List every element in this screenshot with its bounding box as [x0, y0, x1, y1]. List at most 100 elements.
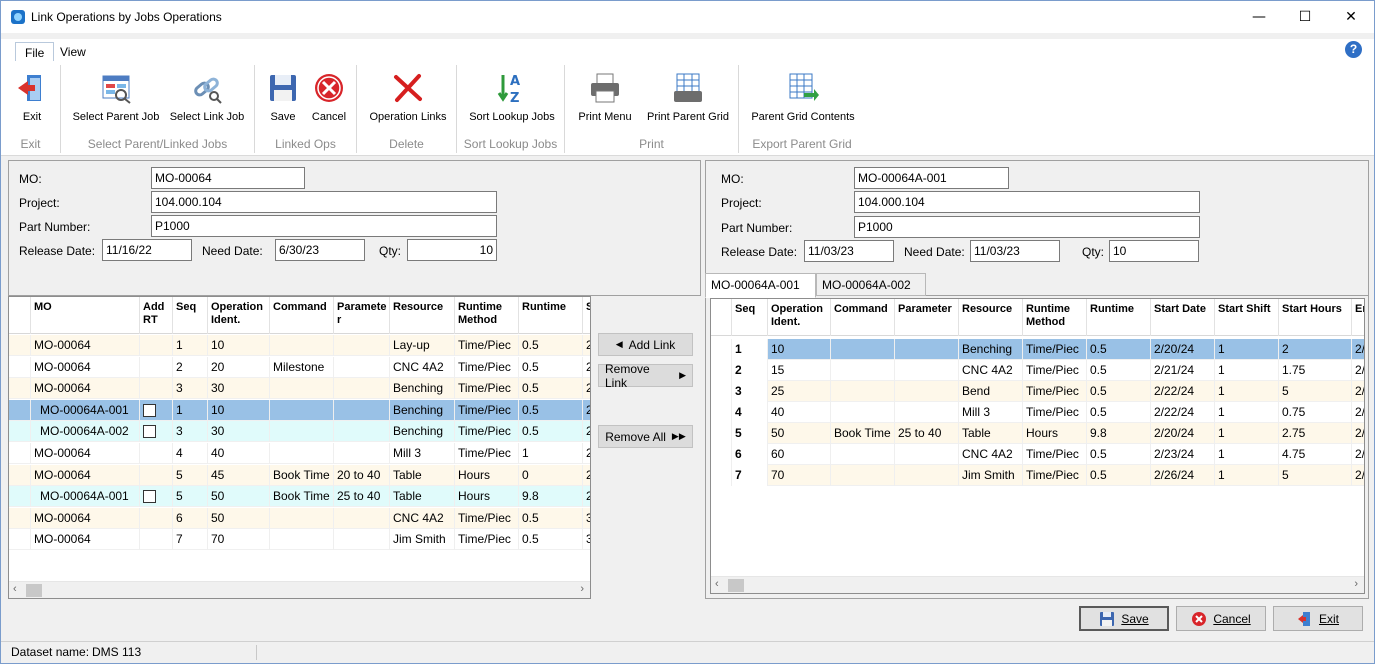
- right-grid-horizontal-scrollbar[interactable]: ‹ ›: [711, 576, 1364, 593]
- row-indicator[interactable]: [711, 381, 732, 402]
- parent-grid-contents-button[interactable]: Parent Grid Contents: [747, 67, 859, 123]
- row-indicator[interactable]: [711, 423, 732, 444]
- right-need-field[interactable]: 11/03/23: [970, 240, 1060, 262]
- right-header-parameter[interactable]: Parameter: [895, 299, 959, 336]
- left-project-field[interactable]: 104.000.104: [151, 191, 497, 213]
- left-part-field[interactable]: P1000: [151, 215, 497, 237]
- right-table-row[interactable]: 5 50 Book Time 25 to 40 Table Hours 9.8 2/20/24…: [711, 423, 1364, 444]
- sort-lookup-jobs-button[interactable]: AZ Sort Lookup Jobs: [465, 67, 559, 123]
- add-rt-cell[interactable]: [140, 486, 173, 508]
- scroll-right-icon[interactable]: ›: [580, 583, 584, 595]
- add-link-button[interactable]: ◀ Add Link: [598, 333, 693, 356]
- left-header-seq[interactable]: Seq: [173, 297, 208, 334]
- right-table-row[interactable]: 770 Jim SmithTime/Piec0.52/26/24152/2: [711, 465, 1364, 486]
- left-qty-field[interactable]: 10: [407, 239, 497, 261]
- add-rt-checkbox[interactable]: [143, 403, 156, 417]
- help-icon[interactable]: ?: [1345, 41, 1362, 58]
- left-release-field[interactable]: 11/16/22: [102, 239, 192, 261]
- row-indicator[interactable]: [711, 360, 732, 381]
- left-table-row[interactable]: MO-00064 330 BenchingTime/Piec0.52: [9, 378, 590, 400]
- right-mo-field[interactable]: MO-00064A-001: [854, 167, 1009, 189]
- left-table-row[interactable]: MO-00064A-001 110 BenchingTime/Piec0.52: [9, 399, 590, 421]
- row-indicator[interactable]: [711, 465, 732, 486]
- maximize-button[interactable]: ☐: [1282, 1, 1328, 33]
- right-header-end[interactable]: End: [1352, 299, 1364, 336]
- left-grid-horizontal-scrollbar[interactable]: ‹ ›: [9, 581, 590, 598]
- operation-links-button[interactable]: Operation Links: [363, 67, 453, 123]
- left-table-row[interactable]: MO-00064 545Book Time20 to 40TableHours02: [9, 464, 590, 486]
- add-rt-cell[interactable]: [140, 399, 173, 421]
- left-header-resource[interactable]: Resource: [390, 297, 455, 334]
- left-table-row[interactable]: MO-00064 650 CNC 4A2Time/Piec0.53: [9, 507, 590, 529]
- row-indicator[interactable]: [711, 339, 732, 360]
- print-parent-grid-button[interactable]: Print Parent Grid: [643, 67, 733, 123]
- close-window-button[interactable]: ✕: [1328, 1, 1374, 33]
- row-indicator[interactable]: [9, 356, 31, 378]
- save-ribbon-button[interactable]: Save: [263, 67, 303, 123]
- right-header-seq[interactable]: Seq: [732, 299, 768, 336]
- add-rt-checkbox[interactable]: [143, 425, 156, 439]
- tab-mo-00064a-001[interactable]: MO-00064A-001: [705, 273, 816, 298]
- row-indicator[interactable]: [9, 399, 31, 421]
- left-header-runtime[interactable]: Runtime: [519, 297, 583, 334]
- right-table-row[interactable]: 440 Mill 3Time/Piec0.52/22/2410.752/2: [711, 402, 1364, 423]
- save-button[interactable]: Save: [1079, 606, 1169, 631]
- remove-link-button[interactable]: Remove Link ▶: [598, 362, 693, 390]
- add-rt-checkbox[interactable]: [143, 490, 156, 504]
- cancel-ribbon-button[interactable]: Cancel: [307, 67, 351, 123]
- left-header-runtime-method[interactable]: Runtime Method: [455, 297, 519, 334]
- right-header-runtime[interactable]: Runtime: [1087, 299, 1151, 336]
- row-indicator[interactable]: [9, 464, 31, 486]
- right-table-row[interactable]: 215 CNC 4A2Time/Piec0.52/21/2411.752/2: [711, 360, 1364, 381]
- right-schedule-grid[interactable]: Seq Operation Ident. Command Parameter R…: [710, 298, 1365, 594]
- remove-all-button[interactable]: Remove All ▶▶: [598, 425, 693, 448]
- right-part-field[interactable]: P1000: [854, 216, 1200, 238]
- minimize-button[interactable]: —: [1236, 1, 1282, 33]
- scroll-right-icon[interactable]: ›: [1354, 578, 1358, 590]
- right-header-op-ident[interactable]: Operation Ident.: [768, 299, 831, 336]
- left-header-parameter[interactable]: Paramete r: [334, 297, 390, 334]
- left-header-op-ident[interactable]: Operation Ident.: [208, 297, 270, 334]
- left-table-row[interactable]: MO-00064 110 Lay-upTime/Piec0.52: [9, 335, 590, 356]
- exit-button[interactable]: Exit: [1273, 606, 1363, 631]
- left-operations-grid[interactable]: MO Add RT Seq Operation Ident. Command P…: [8, 296, 591, 599]
- menu-view-tab[interactable]: View: [51, 42, 95, 62]
- right-header-start-hours[interactable]: Start Hours: [1279, 299, 1352, 336]
- right-header-runtime-method[interactable]: Runtime Method: [1023, 299, 1087, 336]
- row-indicator[interactable]: [9, 335, 31, 356]
- right-table-row[interactable]: 325 BendTime/Piec0.52/22/24152/2: [711, 381, 1364, 402]
- right-header-resource[interactable]: Resource: [959, 299, 1023, 336]
- scroll-left-icon[interactable]: ‹: [715, 578, 719, 590]
- left-need-field[interactable]: 6/30/23: [275, 239, 365, 261]
- row-indicator[interactable]: [711, 444, 732, 465]
- right-header-start-shift[interactable]: Start Shift: [1215, 299, 1279, 336]
- row-indicator[interactable]: [9, 443, 31, 464]
- right-header-start-date[interactable]: Start Date: [1151, 299, 1215, 336]
- left-table-row[interactable]: MO-00064 440 Mill 3Time/Piec12: [9, 443, 590, 464]
- right-release-field[interactable]: 11/03/23: [804, 240, 894, 262]
- left-header-add-rt[interactable]: Add RT: [140, 297, 173, 334]
- left-header-command[interactable]: Command: [270, 297, 334, 334]
- left-table-row[interactable]: MO-00064 770 Jim SmithTime/Piec0.53: [9, 529, 590, 551]
- row-indicator[interactable]: [9, 507, 31, 529]
- right-table-row[interactable]: 110BenchingTime/Piec0.52/20/24122/2: [711, 339, 1364, 360]
- left-header-mo[interactable]: MO: [31, 297, 140, 334]
- exit-ribbon-button[interactable]: Exit: [13, 67, 51, 123]
- left-table-row[interactable]: MO-00064220MilestoneCNC 4A2Time/Piec0.52: [9, 356, 590, 378]
- right-scroll-thumb[interactable]: [728, 579, 744, 592]
- select-link-job-button[interactable]: Select Link Job: [167, 67, 247, 123]
- select-parent-job-button[interactable]: Select Parent Job: [71, 67, 161, 123]
- left-mo-field[interactable]: MO-00064: [151, 167, 305, 189]
- left-scroll-thumb[interactable]: [26, 584, 42, 597]
- right-qty-field[interactable]: 10: [1109, 240, 1199, 262]
- right-project-field[interactable]: 104.000.104: [854, 191, 1200, 213]
- right-header-command[interactable]: Command: [831, 299, 895, 336]
- right-table-row[interactable]: 660 CNC 4A2Time/Piec0.52/23/2414.752/2: [711, 444, 1364, 465]
- scroll-left-icon[interactable]: ‹: [13, 583, 17, 595]
- tab-mo-00064a-002[interactable]: MO-00064A-002: [816, 273, 926, 296]
- left-table-row[interactable]: MO-00064A-002 330 BenchingTime/Piec0.52: [9, 421, 590, 443]
- row-indicator[interactable]: [9, 421, 31, 443]
- row-indicator[interactable]: [9, 529, 31, 551]
- left-table-row[interactable]: MO-00064A-001 5 50 Book Time 25 to 40 Table Ho…: [9, 486, 590, 508]
- add-rt-cell[interactable]: [140, 421, 173, 443]
